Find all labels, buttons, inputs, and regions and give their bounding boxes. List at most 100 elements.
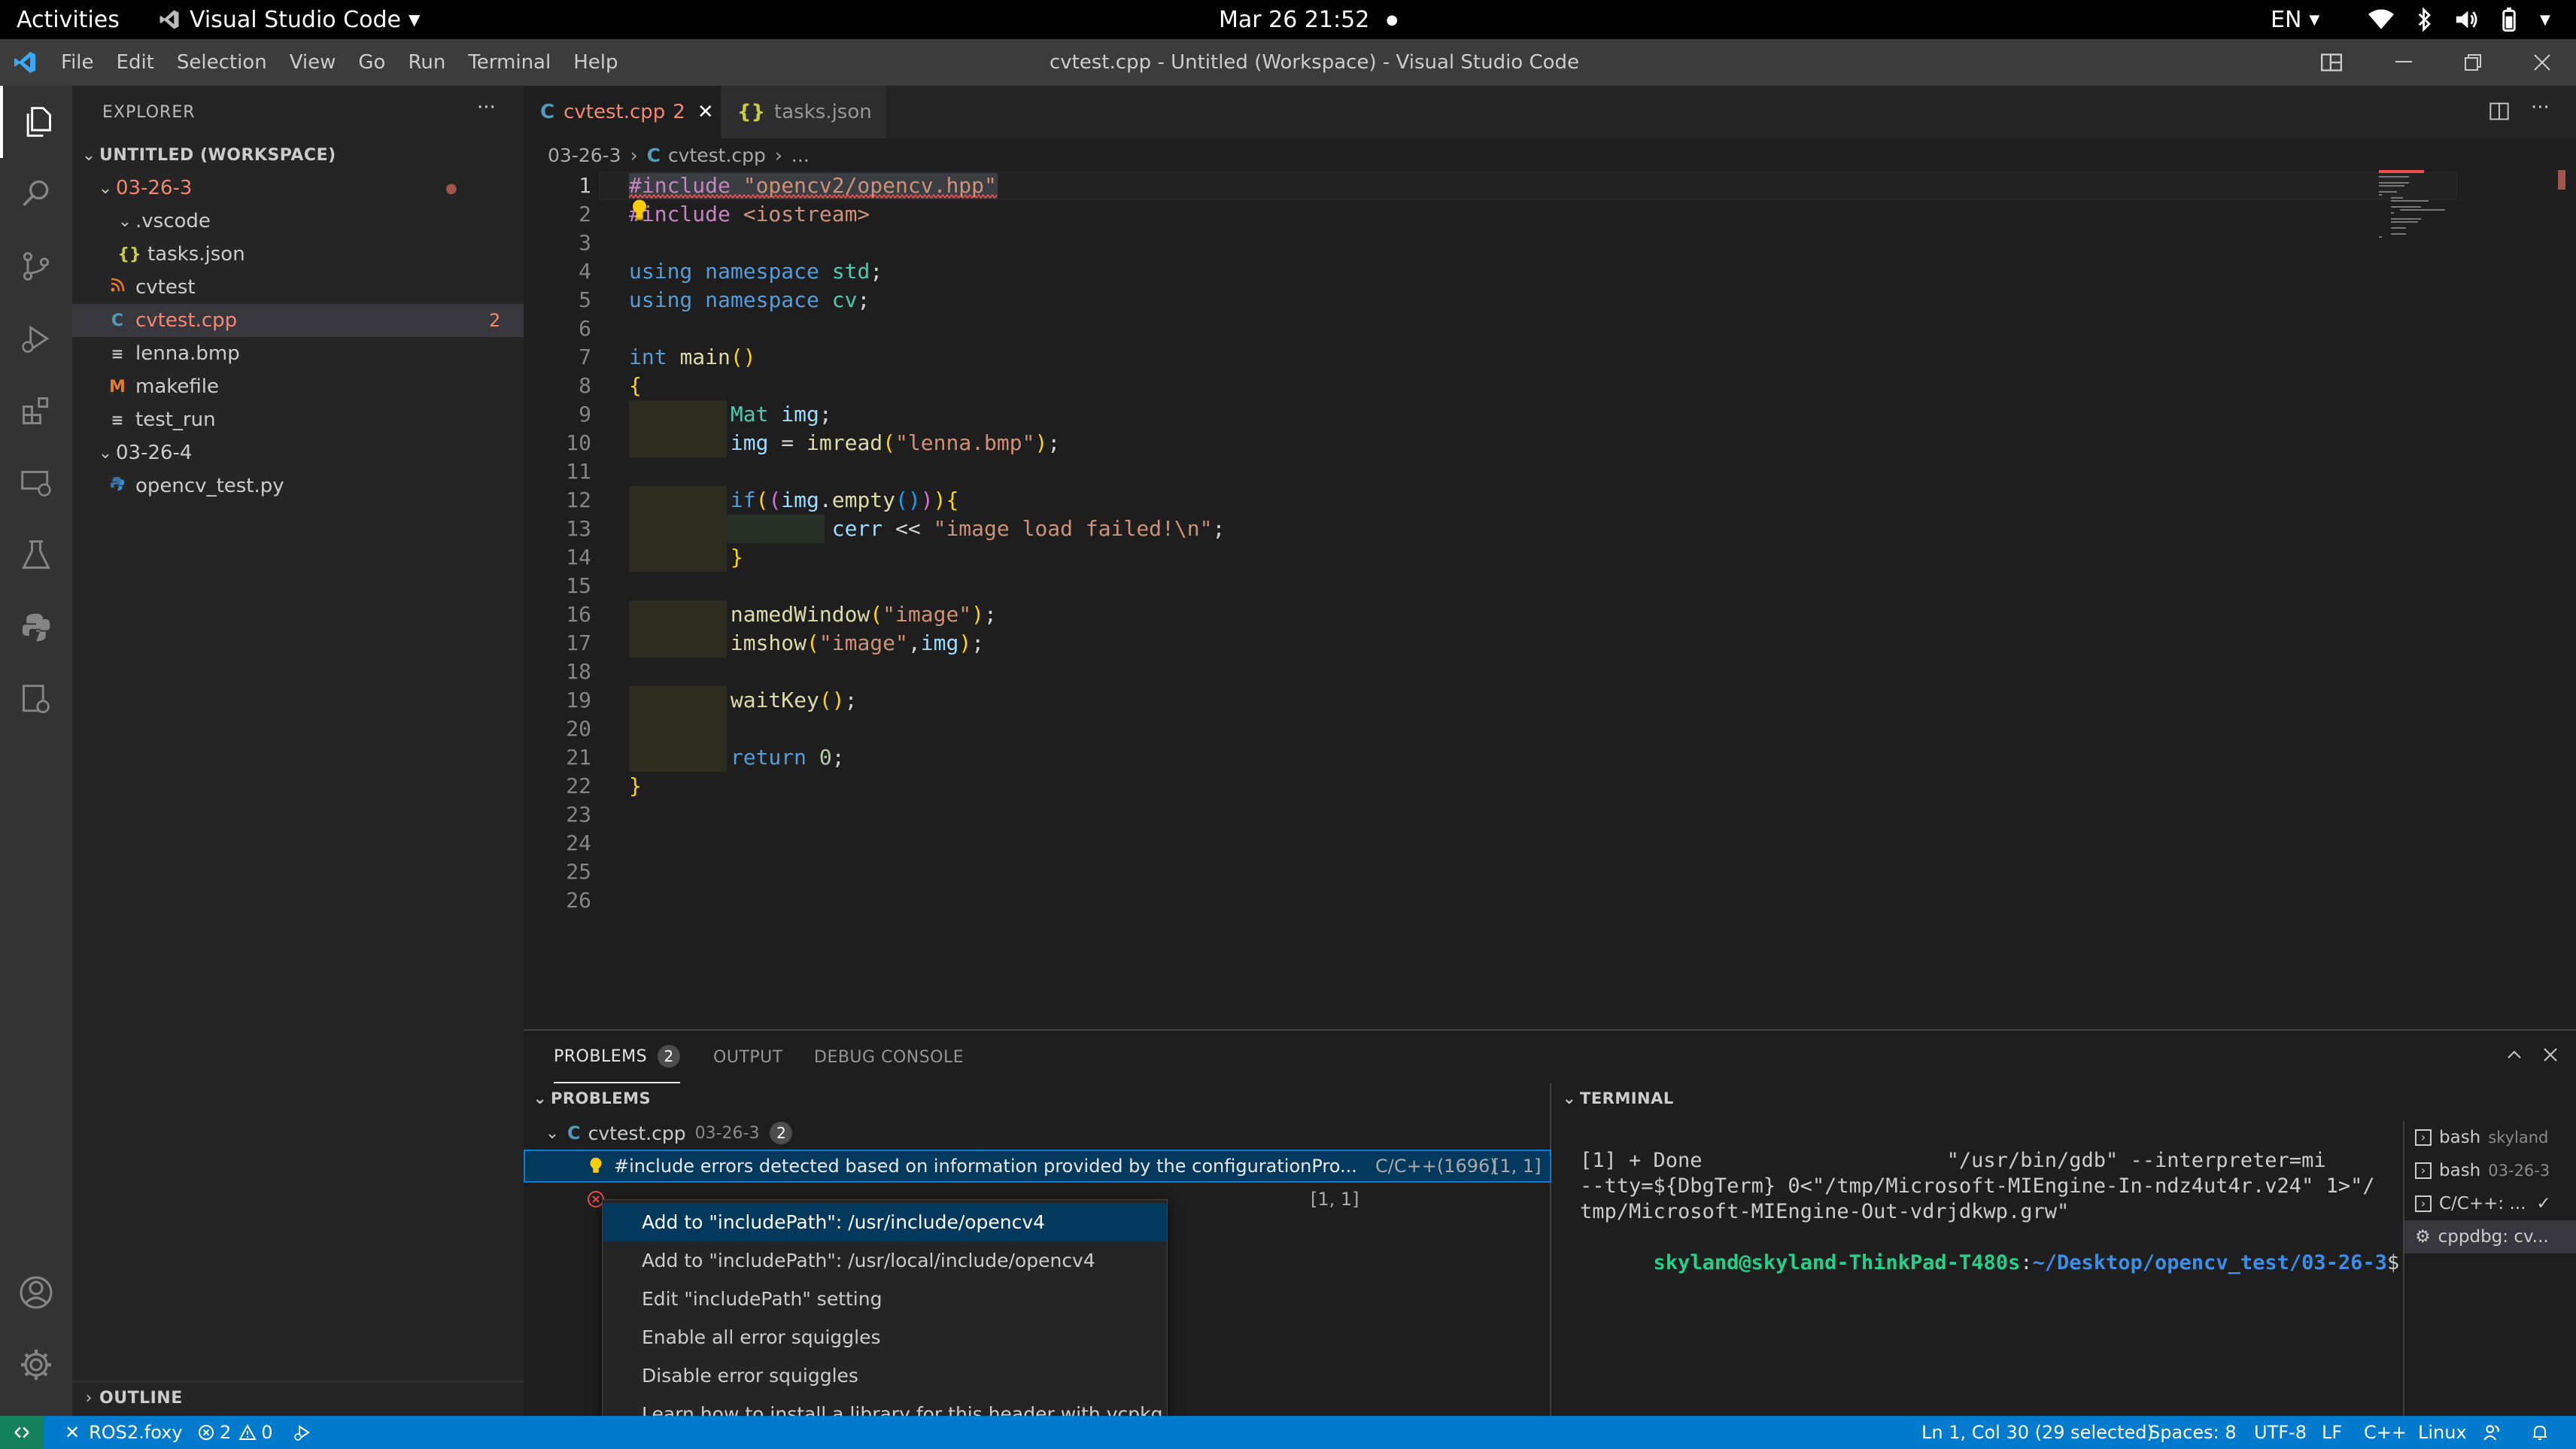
close-icon[interactable]: ✕ bbox=[697, 101, 714, 123]
menu-selection[interactable]: Selection bbox=[166, 51, 278, 74]
tab-tasks-json[interactable]: {} tasks.json bbox=[721, 86, 886, 138]
split-editor-icon[interactable] bbox=[2489, 101, 2510, 122]
python-file-icon bbox=[105, 475, 129, 497]
wifi-icon[interactable] bbox=[2368, 0, 2394, 39]
cmake-settings-icon[interactable] bbox=[0, 664, 72, 736]
tree-file-test-run[interactable]: ≡ test_run bbox=[72, 403, 524, 436]
lightbulb-icon[interactable] bbox=[630, 199, 649, 221]
tree-folder-03-26-4[interactable]: ⌄ 03-26-4 bbox=[72, 436, 524, 469]
terminal-instance[interactable]: › bash 03-26-3 bbox=[2404, 1154, 2576, 1187]
terminal-section-header[interactable]: ⌄ TERMINAL bbox=[1559, 1083, 1674, 1113]
problem-item[interactable]: #include errors detected based on inform… bbox=[524, 1150, 1551, 1183]
chevron-down-icon: ⌄ bbox=[81, 145, 96, 165]
line-number: 1 bbox=[579, 173, 591, 198]
indentation[interactable]: Spaces: 8 bbox=[2149, 1416, 2237, 1449]
json-file-icon: {} bbox=[737, 101, 766, 123]
encoding[interactable]: UTF-8 bbox=[2254, 1416, 2307, 1449]
tab-problems[interactable]: PROBLEMS 2 bbox=[554, 1031, 681, 1083]
code-line: imshow("image",img); bbox=[730, 630, 985, 655]
line-number: 10 bbox=[566, 430, 591, 455]
warning-count: 0 bbox=[261, 1422, 273, 1443]
tree-file-opencv-test-py[interactable]: opencv_test.py bbox=[72, 469, 524, 503]
ros-status[interactable]: ✕ ROS2.foxy bbox=[65, 1416, 183, 1449]
outline-section-header[interactable]: › OUTLINE bbox=[72, 1381, 524, 1414]
terminal-prompt[interactable]: skyland@skyland-ThinkPad-T480s:~/Desktop… bbox=[1580, 1225, 2400, 1302]
language-mode[interactable]: C++ bbox=[2364, 1416, 2407, 1449]
debug-launch-icon[interactable] bbox=[293, 1416, 314, 1449]
problem-file-row[interactable]: ⌄ C cvtest.cpp 03-26-3 2 bbox=[524, 1116, 1551, 1150]
extensions-icon[interactable] bbox=[0, 375, 72, 447]
menu-go[interactable]: Go bbox=[347, 51, 396, 74]
menu-file[interactable]: File bbox=[50, 51, 105, 74]
more-actions-icon[interactable]: ··· bbox=[2531, 96, 2550, 119]
activities-button[interactable]: Activities bbox=[17, 0, 120, 39]
tab-debug-console[interactable]: DEBUG CONSOLE bbox=[814, 1031, 964, 1083]
breadcrumb-file[interactable]: cvtest.cpp bbox=[668, 144, 766, 166]
remote-explorer-icon[interactable] bbox=[0, 447, 72, 519]
maximize-panel-icon[interactable] bbox=[2505, 1046, 2523, 1064]
menu-terminal[interactable]: Terminal bbox=[457, 51, 562, 74]
code-editor[interactable]: 1 2 3 4 5 6 7 8 9 10 11 12 13 14 15 16 1… bbox=[524, 172, 2576, 1029]
tree-folder-vscode[interactable]: ⌄ .vscode bbox=[72, 205, 524, 238]
minimap[interactable] bbox=[2377, 170, 2565, 260]
breadcrumb-symbol[interactable]: ... bbox=[791, 144, 810, 166]
tree-file-cvtest-cpp[interactable]: C cvtest.cpp 2 bbox=[72, 304, 524, 337]
close-panel-icon[interactable] bbox=[2541, 1046, 2559, 1064]
more-actions-icon[interactable]: ··· bbox=[477, 96, 496, 119]
line-number: 19 bbox=[566, 688, 591, 712]
problems-section-header[interactable]: ⌄ PROBLEMS bbox=[530, 1083, 651, 1113]
tree-file-tasks-json[interactable]: {} tasks.json bbox=[72, 238, 524, 271]
outline-label: OUTLINE bbox=[99, 1389, 183, 1408]
manage-gear-icon[interactable] bbox=[0, 1329, 72, 1401]
close-window-button[interactable] bbox=[2508, 39, 2576, 86]
explorer-icon[interactable] bbox=[0, 86, 72, 158]
end-of-line[interactable]: LF bbox=[2322, 1416, 2342, 1449]
lightbulb-icon[interactable] bbox=[588, 1156, 603, 1176]
line-number: 25 bbox=[566, 859, 591, 884]
volume-icon[interactable] bbox=[2454, 0, 2480, 39]
app-menu[interactable]: Visual Studio Code ▼ bbox=[158, 0, 420, 39]
remote-indicator[interactable] bbox=[0, 1416, 44, 1449]
input-source[interactable]: EN ▼ bbox=[2271, 0, 2319, 39]
menu-help[interactable]: Help bbox=[562, 51, 629, 74]
menu-view[interactable]: View bbox=[278, 51, 348, 74]
terminal-instance[interactable]: › bash skyland bbox=[2404, 1121, 2576, 1154]
terminal-instance[interactable]: › C/C++: ... ✓ bbox=[2404, 1187, 2576, 1220]
notifications-bell-icon[interactable] bbox=[2531, 1416, 2549, 1449]
tree-file-lenna-bmp[interactable]: ≡ lenna.bmp bbox=[72, 337, 524, 370]
menu-run[interactable]: Run bbox=[396, 51, 457, 74]
code-line: int main() bbox=[629, 345, 756, 369]
tree-file-cvtest[interactable]: cvtest bbox=[72, 271, 524, 304]
menu-item-add-include-path-usr-local[interactable]: Add to "includePath": /usr/local/include… bbox=[603, 1241, 1167, 1280]
tab-output[interactable]: OUTPUT bbox=[713, 1031, 783, 1083]
account-icon[interactable] bbox=[0, 1256, 72, 1329]
problems-status[interactable]: 2 0 bbox=[197, 1416, 273, 1449]
breadcrumb-folder[interactable]: 03-26-3 bbox=[548, 144, 621, 166]
restore-button[interactable] bbox=[2439, 39, 2507, 86]
cursor-position[interactable]: Ln 1, Col 30 (29 selected) bbox=[1921, 1416, 2154, 1449]
search-icon[interactable] bbox=[0, 158, 72, 230]
python-icon[interactable] bbox=[0, 591, 72, 664]
tab-cvtest-cpp[interactable]: C cvtest.cpp 2 ✕ bbox=[524, 86, 721, 138]
terminal-instance[interactable]: ⚙ cppdbg: cv... bbox=[2404, 1220, 2576, 1253]
minimize-button[interactable] bbox=[2370, 39, 2438, 86]
system-menu-chevron-icon[interactable]: ▼ bbox=[2540, 0, 2550, 39]
tree-folder-03-26-3[interactable]: ⌄ 03-26-3 ● bbox=[72, 172, 524, 205]
testing-flask-icon[interactable] bbox=[0, 519, 72, 591]
tree-file-makefile[interactable]: M makefile bbox=[72, 370, 524, 403]
menu-item-enable-squiggles[interactable]: Enable all error squiggles bbox=[603, 1318, 1167, 1356]
menu-item-add-include-path-usr[interactable]: Add to "includePath": /usr/include/openc… bbox=[603, 1203, 1167, 1241]
line-number: 14 bbox=[566, 545, 591, 570]
platform[interactable]: Linux bbox=[2418, 1416, 2467, 1449]
run-debug-icon[interactable] bbox=[0, 302, 72, 375]
battery-icon[interactable] bbox=[2499, 0, 2519, 39]
workspace-header[interactable]: ⌄ UNTITLED (WORKSPACE) bbox=[72, 138, 524, 172]
bluetooth-icon[interactable] bbox=[2417, 0, 2433, 39]
feedback-icon[interactable] bbox=[2483, 1416, 2502, 1449]
menu-edit[interactable]: Edit bbox=[105, 51, 166, 74]
menu-item-edit-include-path[interactable]: Edit "includePath" setting bbox=[603, 1280, 1167, 1318]
menu-item-disable-squiggles[interactable]: Disable error squiggles bbox=[603, 1356, 1167, 1395]
clock[interactable]: Mar 26 21:52 ● bbox=[1219, 0, 1398, 39]
source-control-icon[interactable] bbox=[0, 230, 72, 302]
layout-toggle-icon[interactable] bbox=[2298, 39, 2365, 86]
